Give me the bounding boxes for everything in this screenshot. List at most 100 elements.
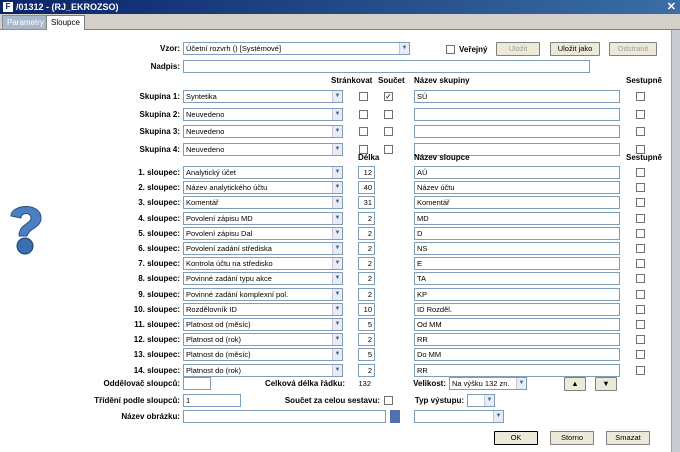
column-sestupne-checkbox[interactable] [636,229,645,238]
close-icon[interactable]: ✕ [667,0,676,14]
column-sestupne-checkbox[interactable] [636,214,645,223]
column-select[interactable]: Povolení zadání střediska ▼ [183,242,343,255]
column-name-input[interactable]: Do MM [414,348,620,361]
column-select[interactable]: Kontrola účtu na středisko ▼ [183,257,343,270]
group-name-input[interactable]: SÚ [414,90,620,103]
celkova-delka-label: Celková délka řádku: [264,379,345,388]
column-name-input[interactable]: Od MM [414,318,620,331]
column-select[interactable]: Platnost od (měsíc) ▼ [183,318,343,331]
obrazek-input[interactable] [183,410,386,423]
column-select[interactable]: Název analytického účtu ▼ [183,181,343,194]
column-name-input[interactable]: MD [414,212,620,225]
group-name-input[interactable] [414,125,620,138]
column-delka-input[interactable]: 31 [358,196,375,209]
strankovat-checkbox[interactable] [359,92,368,101]
ok-button[interactable]: OK [494,431,538,445]
soucet-checkbox[interactable] [384,110,393,119]
tab-sloupce[interactable]: Sloupce [46,15,85,30]
group-select[interactable]: Neuvedeno ▼ [183,125,343,138]
group-sestupne-checkbox[interactable] [636,92,645,101]
group-select[interactable]: Neuvedeno ▼ [183,143,343,156]
column-delka-input[interactable]: 40 [358,181,375,194]
soucet-sestavy-checkbox[interactable] [384,396,393,405]
velikost-select[interactable]: Na výšku 132 zn. ▼ [449,377,527,390]
column-sestupne-checkbox[interactable] [636,198,645,207]
trideni-input[interactable]: 1 [183,394,241,407]
ulozit-button[interactable]: Uložit [496,42,540,56]
column-sestupne-checkbox[interactable] [636,350,645,359]
column-select[interactable]: Platnost do (měsíc) ▼ [183,348,343,361]
column-sestupne-checkbox[interactable] [636,168,645,177]
column-name-input[interactable]: AÚ [414,166,620,179]
storno-button[interactable]: Storno [550,431,594,445]
column-delka-input[interactable]: 10 [358,303,375,316]
column-name-input[interactable]: RR [414,333,620,346]
column-select[interactable]: Analytický účet ▼ [183,166,343,179]
column-delka-input[interactable]: 2 [358,333,375,346]
soucet-checkbox[interactable] [384,145,393,154]
group-sestupne-checkbox[interactable] [636,110,645,119]
vertical-scrollbar[interactable] [671,30,680,452]
column-name-input[interactable]: RR [414,364,620,377]
odstranit-button[interactable]: Odstranit [609,42,657,56]
column-name-input[interactable]: ID Rozděl. [414,303,620,316]
smazat-button[interactable]: Smazat [606,431,650,445]
strankovat-checkbox[interactable] [359,127,368,136]
column-select[interactable]: Povolení zápisu MD ▼ [183,212,343,225]
group-sestupne-checkbox[interactable] [636,127,645,136]
column-delka-input[interactable]: 2 [358,227,375,240]
column-delka-input[interactable]: 5 [358,348,375,361]
group-select[interactable]: Neuvedeno ▼ [183,108,343,121]
column-delka-input[interactable]: 5 [358,318,375,331]
column-select[interactable]: Komentář ▼ [183,196,343,209]
browse-list-icon[interactable] [390,410,400,423]
column-sestupne-checkbox[interactable] [636,320,645,329]
column-name-input[interactable]: Komentář [414,196,620,209]
column-sestupne-checkbox[interactable] [636,274,645,283]
group-select[interactable]: Syntetika ▼ [183,90,343,103]
typ-vystupu-select[interactable]: ▼ [467,394,495,407]
nadpis-input[interactable] [183,60,590,73]
column-select[interactable]: Platnost do (rok) ▼ [183,364,343,377]
column-sestupne-checkbox[interactable] [636,244,645,253]
column-delka-input[interactable]: 2 [358,364,375,377]
group-name-input[interactable] [414,108,620,121]
column-delka-input[interactable]: 2 [358,257,375,270]
column-name-input[interactable]: E [414,257,620,270]
column-sestupne-checkbox[interactable] [636,335,645,344]
column-delka-input[interactable]: 2 [358,288,375,301]
column-name-input[interactable]: Název účtu [414,181,620,194]
column-delka-input[interactable]: 2 [358,242,375,255]
column-label: 12. sloupec: [133,335,180,344]
column-sestupne-checkbox[interactable] [636,290,645,299]
obrazek-select[interactable]: ▼ [414,410,504,423]
column-sestupne-checkbox[interactable] [636,183,645,192]
move-up-button[interactable]: ▲ [564,377,586,391]
column-name-input[interactable]: TA [414,272,620,285]
column-select[interactable]: Rozdělovník ID ▼ [183,303,343,316]
column-delka-input[interactable]: 12 [358,166,375,179]
chevron-down-icon: ▼ [516,378,526,389]
column-sestupne-checkbox[interactable] [636,305,645,314]
column-name-input[interactable]: KP [414,288,620,301]
verejny-checkbox[interactable] [446,45,455,54]
column-sestupne-checkbox[interactable] [636,259,645,268]
column-select[interactable]: Platnost od (rok) ▼ [183,333,343,346]
move-down-button[interactable]: ▼ [595,377,617,391]
column-name-input[interactable]: NS [414,242,620,255]
soucet-checkbox[interactable]: ✓ [384,92,393,101]
column-select[interactable]: Povolení zápisu Dal ▼ [183,227,343,240]
tab-parametry[interactable]: Parametry [2,15,49,30]
oddelovac-input[interactable] [183,377,211,390]
ulozit-jako-button[interactable]: Uložit jako [550,42,600,56]
column-delka-input[interactable]: 2 [358,272,375,285]
strankovat-checkbox[interactable] [359,110,368,119]
vzor-select[interactable]: Účetní rozvrh () [Systémové] ▼ [183,42,410,55]
column-sestupne-checkbox[interactable] [636,366,645,375]
column-select[interactable]: Povinné zadání typu akce ▼ [183,272,343,285]
column-delka-input[interactable]: 2 [358,212,375,225]
soucet-checkbox[interactable] [384,127,393,136]
column-label: 8. sloupec: [138,274,180,283]
column-select[interactable]: Povinné zadání komplexní pol. ▼ [183,288,343,301]
column-name-input[interactable]: D [414,227,620,240]
